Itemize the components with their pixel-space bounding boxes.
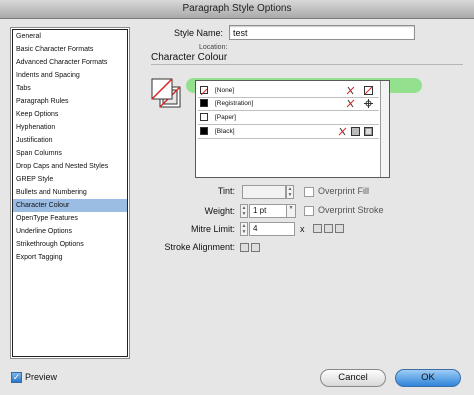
process-color-icon [364,127,373,136]
bevel-join-icon[interactable] [335,224,344,233]
dialog: General Basic Character Formats Advanced C… [0,19,474,395]
fill-stroke-swatch-icon[interactable] [151,78,181,108]
cmyk-icon [351,127,360,136]
style-name-label: Style Name: [174,28,224,38]
preview-label: Preview [25,372,58,382]
no-edit-icon [346,86,355,95]
sidebar-item-justification[interactable]: Justification [13,134,127,147]
overprint-fill-checkbox[interactable] [304,187,314,197]
no-edit-icon [346,99,355,108]
sidebar-item-drop-caps-and-nested-styles[interactable]: Drop Caps and Nested Styles [13,160,127,173]
sidebar-item-span-columns[interactable]: Span Columns [13,147,127,160]
cancel-button[interactable]: Cancel [320,369,386,387]
section-title: Character Colour [151,52,463,65]
sidebar-item-advanced-character-formats[interactable]: Advanced Character Formats [13,56,127,69]
swatch-chip [200,86,208,96]
overprint-stroke-checkbox[interactable] [304,206,314,216]
sidebar-item-hyphenation[interactable]: Hyphenation [13,121,127,134]
swatch-chip [200,99,208,107]
sidebar-item-underline-options[interactable]: Underline Options [13,225,127,238]
swatch-separator [198,138,379,139]
weight-label: Weight: [204,206,235,216]
swatch-name: [None] [215,87,235,94]
category-list[interactable]: General Basic Character Formats Advanced C… [10,27,130,359]
swatch-row[interactable]: [Black] [198,125,379,138]
swatch-row[interactable]: [None] [198,84,379,97]
style-name-field[interactable]: test [229,25,415,40]
none-mode-icon [364,86,373,95]
weight-dropdown[interactable]: ▼ [286,204,296,218]
swatches-scrollbar[interactable] [380,81,389,177]
title-bar: Paragraph Style Options [0,0,474,19]
swatch-name: [Paper] [215,114,236,121]
preview-checkbox[interactable]: ✓ [11,372,22,383]
sidebar-item-opentype-features[interactable]: OpenType Features [13,212,127,225]
sidebar-item-indents-and-spacing[interactable]: Indents and Spacing [13,69,127,82]
sidebar-item-paragraph-rules[interactable]: Paragraph Rules [13,95,127,108]
round-join-icon[interactable] [324,224,333,233]
sidebar-item-bullets-and-numbering[interactable]: Bullets and Numbering [13,186,127,199]
window-title: Paragraph Style Options [182,3,292,14]
align-outside-icon[interactable] [251,243,260,252]
sidebar-item-basic-character-formats[interactable]: Basic Character Formats [13,43,127,56]
mitre-limit-field[interactable]: 4 [249,222,295,236]
swatch-name: [Registration] [215,100,254,107]
sidebar-item-grep-style[interactable]: GREP Style [13,173,127,186]
mitre-x-label: x [300,224,305,234]
overprint-fill-label: Overprint Fill [318,186,370,196]
mitre-limit-label: Mitre Limit: [190,224,235,234]
overprint-stroke-label: Overprint Stroke [318,205,384,215]
weight-stepper[interactable]: ▲ ▼ [240,204,248,218]
align-center-icon[interactable] [240,243,249,252]
swatch-row[interactable]: [Paper] [198,111,379,124]
sidebar-item-general[interactable]: General [13,30,127,43]
swatches-list[interactable]: [None] [Registration] [Paper] [Black] [195,80,390,178]
swatch-chip [200,113,208,121]
no-edit-icon [338,127,347,136]
stroke-alignment-label: Stroke Alignment: [164,242,235,252]
sidebar-item-tabs[interactable]: Tabs [13,82,127,95]
swatch-chip [200,127,208,135]
tint-field[interactable] [242,185,286,199]
sidebar-item-strikethrough-options[interactable]: Strikethrough Options [13,238,127,251]
registration-icon [364,99,373,108]
ok-button[interactable]: OK [395,369,461,387]
tint-label: Tint: [217,186,235,196]
mitre-stepper[interactable]: ▲ ▼ [240,222,248,236]
sidebar-item-export-tagging[interactable]: Export Tagging [13,251,127,264]
category-list-inner: General Basic Character Formats Advanced C… [12,29,128,357]
location-label: Location: [199,44,228,51]
tint-stepper[interactable]: ▲ ▼ [286,185,294,199]
sidebar-item-character-colour[interactable]: Character Colour [13,199,127,212]
sidebar-item-keep-options[interactable]: Keep Options [13,108,127,121]
swatch-row[interactable]: [Registration] [198,97,379,110]
miter-join-icon[interactable] [313,224,322,233]
swatch-name: [Black] [215,128,235,135]
